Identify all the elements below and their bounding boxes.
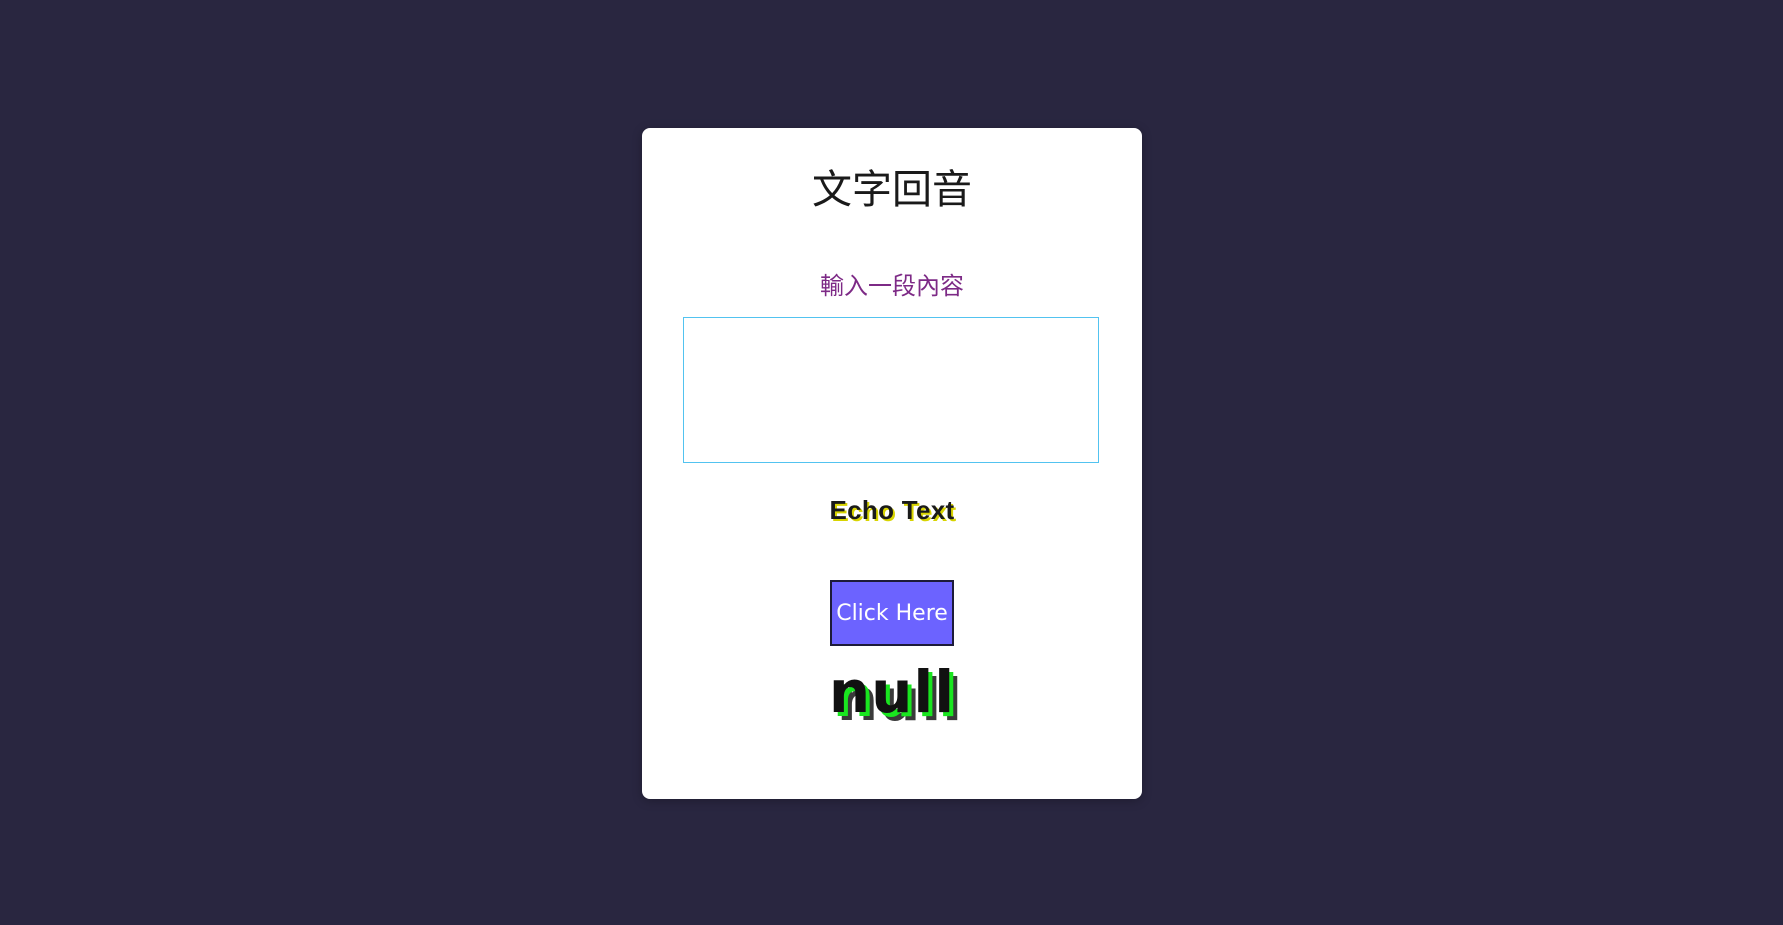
click-here-button[interactable]: Click Here (830, 580, 954, 646)
echo-result-text: null (828, 658, 956, 726)
text-input[interactable] (683, 317, 1099, 463)
echo-card: 文字回音 輸入一段內容 Echo Text Click Here null (642, 128, 1142, 799)
echo-text-heading: Echo Text (829, 495, 955, 525)
input-prompt-label: 輸入一段內容 (820, 272, 964, 300)
page-title: 文字回音 (812, 167, 972, 213)
